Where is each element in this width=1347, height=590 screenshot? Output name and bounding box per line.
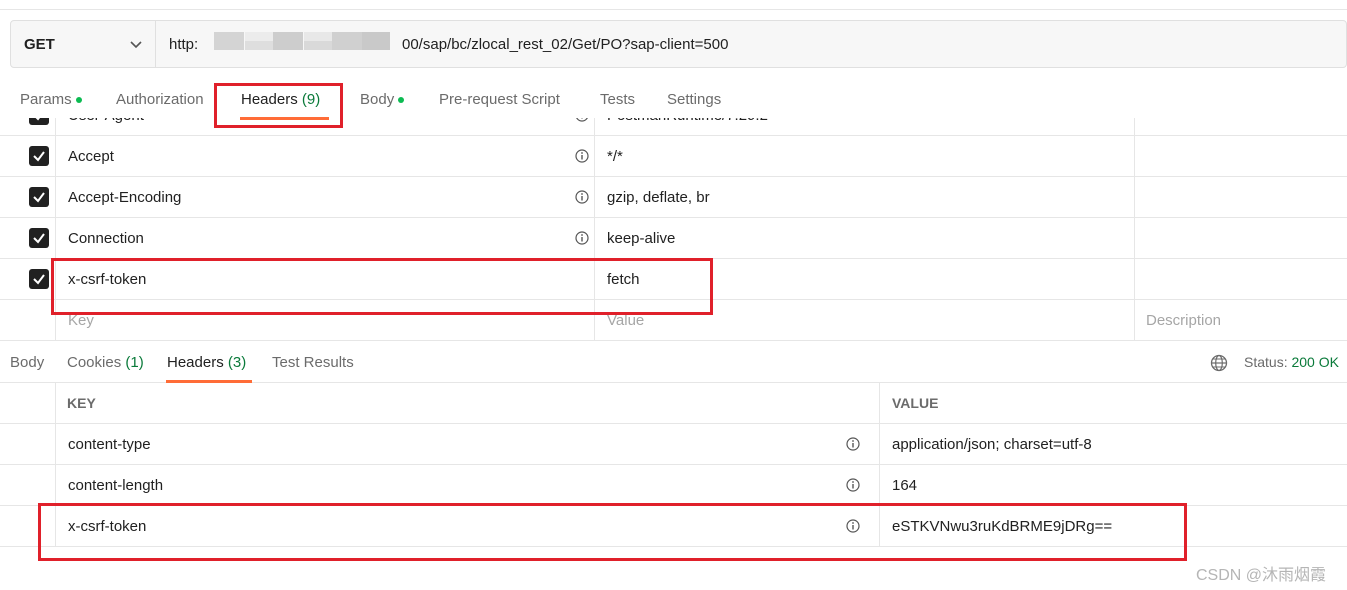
resp-tab-test-results[interactable]: Test Results (272, 354, 354, 371)
watermark-text: CSDN @沐雨烟霞 (1196, 567, 1327, 584)
header-key[interactable]: Accept (68, 148, 114, 165)
highlight-csrf-request (51, 258, 713, 315)
column-header-key: KEY (67, 395, 96, 411)
chevron-down-icon (130, 41, 142, 49)
tab-params-label: Params (20, 91, 72, 108)
header-checkbox[interactable] (29, 269, 49, 289)
tab-body[interactable]: Body (360, 91, 405, 108)
info-icon (575, 149, 589, 163)
header-checkbox[interactable] (29, 187, 49, 207)
column-header-value: VALUE (892, 395, 939, 411)
header-checkbox[interactable] (29, 228, 49, 248)
resp-tab-cookies-label: Cookies (67, 354, 122, 371)
body-dot (398, 97, 405, 104)
method-label: GET (24, 36, 55, 53)
tab-tests[interactable]: Tests (600, 91, 635, 108)
response-header-key: content-length (68, 477, 164, 494)
resp-tab-cookies[interactable]: Cookies (1) (67, 354, 144, 371)
resp-tab-cookies-count: (1) (125, 354, 144, 371)
tab-pre-request-script-label: Pre-request Script (439, 91, 560, 108)
header-checkbox[interactable] (29, 146, 49, 166)
method-select[interactable]: GET (11, 21, 156, 67)
info-icon (575, 231, 589, 245)
table-header-row: KEY VALUE (0, 383, 1347, 424)
table-row: Accept */* (0, 136, 1347, 177)
resp-tab-body[interactable]: Body (10, 354, 44, 371)
table-row: content-length 164 (0, 465, 1347, 506)
request-bar: GET http: 00/sap/bc/zlocal_rest_02/Get/P… (10, 20, 1347, 68)
response-header-value: application/json; charset=utf-8 (892, 436, 1092, 453)
response-status: Status: 200 OK (1244, 354, 1339, 370)
url-path: 00/sap/bc/zlocal_rest_02/Get/PO?sap-clie… (402, 36, 729, 53)
header-key[interactable]: Accept-Encoding (68, 189, 181, 206)
url-input[interactable]: http: 00/sap/bc/zlocal_rest_02/Get/PO?sa… (156, 21, 1346, 67)
description-placeholder[interactable]: Description (1146, 312, 1221, 329)
status-value: 200 OK (1291, 354, 1339, 370)
tab-settings[interactable]: Settings (667, 91, 721, 108)
info-icon[interactable] (846, 437, 860, 451)
tab-body-label: Body (360, 91, 395, 108)
highlight-csrf-response (38, 503, 1187, 561)
status-label: Status: (1244, 354, 1288, 370)
response-tabs: Body Cookies (1) Headers (3) Test Result… (0, 343, 1347, 383)
table-row: Connection keep-alive (0, 218, 1347, 259)
response-header-key: content-type (68, 436, 151, 453)
redacted-host (201, 32, 401, 50)
tab-tests-label: Tests (600, 91, 636, 108)
header-value[interactable]: */* (607, 148, 623, 165)
resp-tab-headers-label: Headers (167, 354, 224, 371)
table-row: content-type application/json; charset=u… (0, 424, 1347, 465)
globe-icon[interactable] (1210, 354, 1228, 372)
url-prefix: http: (169, 36, 199, 53)
header-key[interactable]: Connection (68, 230, 144, 247)
header-value[interactable]: keep-alive (607, 230, 675, 247)
header-value[interactable]: gzip, deflate, br (607, 189, 710, 206)
response-header-value: 164 (892, 477, 918, 494)
resp-tab-headers-count: (3) (227, 354, 247, 371)
tab-authorization[interactable]: Authorization (116, 91, 204, 108)
tab-settings-label: Settings (667, 91, 722, 108)
tab-pre-request-script[interactable]: Pre-request Script (439, 91, 560, 108)
request-tabs: Params Authorization Headers (9) Body Pr… (0, 78, 1347, 122)
info-icon (575, 190, 589, 204)
info-icon[interactable] (846, 478, 860, 492)
tab-authorization-label: Authorization (116, 91, 204, 108)
params-dot (75, 97, 82, 104)
top-divider (0, 9, 1347, 10)
resp-tab-headers[interactable]: Headers (3) (167, 354, 246, 371)
table-row: Accept-Encoding gzip, deflate, br (0, 177, 1347, 218)
highlight-headers-tab (214, 83, 343, 128)
tab-params[interactable]: Params (20, 91, 82, 108)
